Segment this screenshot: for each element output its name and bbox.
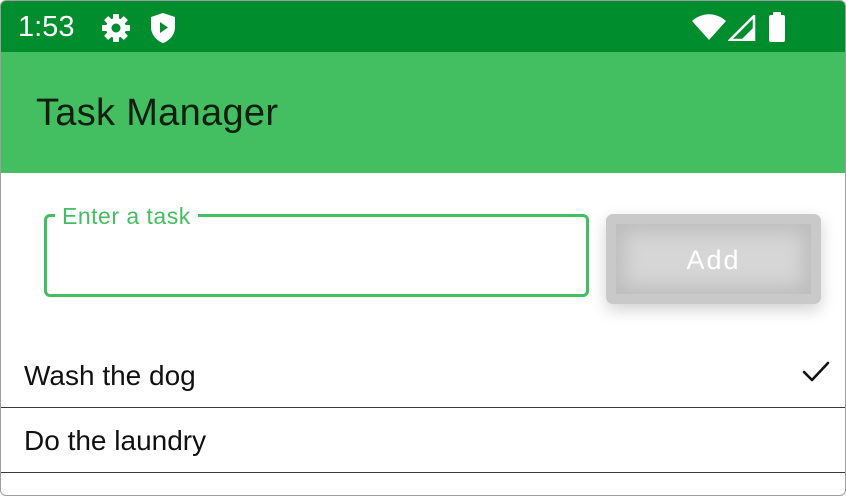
gear-icon <box>102 14 130 42</box>
task-input[interactable] <box>61 239 565 281</box>
task-row[interactable]: Do the laundry <box>1 408 845 473</box>
app-window: 1:53 Task Manager Enter a task Add Wash … <box>0 0 846 496</box>
app-bar: Task Manager <box>1 52 845 173</box>
task-input-label: Enter a task <box>55 202 198 230</box>
task-text: Do the laundry <box>24 425 207 456</box>
status-bar: 1:53 <box>1 1 845 52</box>
check-icon <box>802 361 830 382</box>
battery-icon <box>769 12 785 42</box>
task-text: Wash the dog <box>24 360 196 391</box>
add-task-button[interactable]: Add <box>606 214 821 304</box>
status-time: 1:53 <box>18 11 75 43</box>
task-row[interactable]: Wash the dog <box>1 343 845 408</box>
add-button-label: Add <box>686 245 741 275</box>
page-title: Task Manager <box>36 92 279 134</box>
wifi-icon <box>692 14 726 40</box>
signal-icon <box>728 15 756 41</box>
shield-play-icon <box>151 13 175 43</box>
